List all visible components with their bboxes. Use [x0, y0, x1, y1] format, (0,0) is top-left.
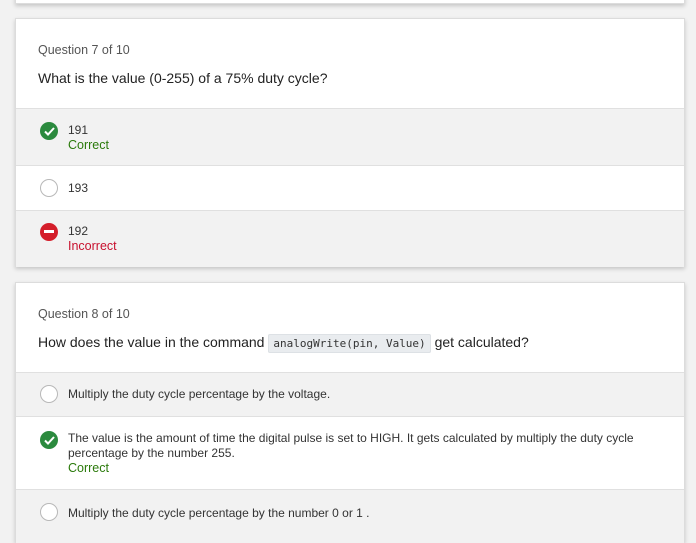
prompt-text-before: How does the value in the command: [38, 334, 265, 350]
answer-option-255[interactable]: The value is the amount of time the digi…: [16, 416, 684, 489]
prompt-text-after: get calculated?: [434, 334, 529, 350]
question-prompt: How does the value in the command analog…: [38, 333, 662, 353]
radio-button[interactable]: [40, 503, 58, 521]
previous-question-card: [15, 0, 685, 4]
check-circle-icon: [40, 431, 58, 449]
incorrect-status: Incorrect: [68, 239, 117, 253]
answer-option-voltage[interactable]: Multiply the duty cycle percentage by th…: [16, 372, 684, 416]
option-label: 191: [68, 123, 89, 137]
radio-button[interactable]: [40, 179, 58, 197]
answer-option-zero-or-one[interactable]: Multiply the duty cycle percentage by th…: [16, 489, 684, 543]
option-label: Multiply the duty cycle percentage by th…: [68, 387, 331, 401]
answer-option-193[interactable]: 193: [16, 165, 684, 210]
radio-button[interactable]: [40, 385, 58, 403]
check-circle-icon: [40, 122, 58, 140]
question-number: Question 8 of 10: [38, 307, 130, 321]
question-card-8: Question 8 of 10 How does the value in t…: [15, 282, 685, 543]
answer-option-191[interactable]: 191 Correct: [16, 108, 684, 165]
question-card-7: Question 7 of 10 What is the value (0-25…: [15, 18, 685, 267]
incorrect-icon: [40, 223, 58, 241]
correct-status: Correct: [68, 138, 109, 152]
code-snippet: analogWrite(pin, Value): [268, 334, 431, 353]
option-label: 193: [68, 181, 89, 195]
correct-status: Correct: [68, 461, 109, 475]
option-label: 192: [68, 224, 89, 238]
option-label: The value is the amount of time the digi…: [68, 431, 634, 460]
question-number: Question 7 of 10: [38, 43, 130, 57]
question-prompt: What is the value (0-255) of a 75% duty …: [38, 70, 328, 86]
answer-option-192[interactable]: 192 Incorrect: [16, 210, 684, 267]
option-label: Multiply the duty cycle percentage by th…: [68, 506, 370, 520]
